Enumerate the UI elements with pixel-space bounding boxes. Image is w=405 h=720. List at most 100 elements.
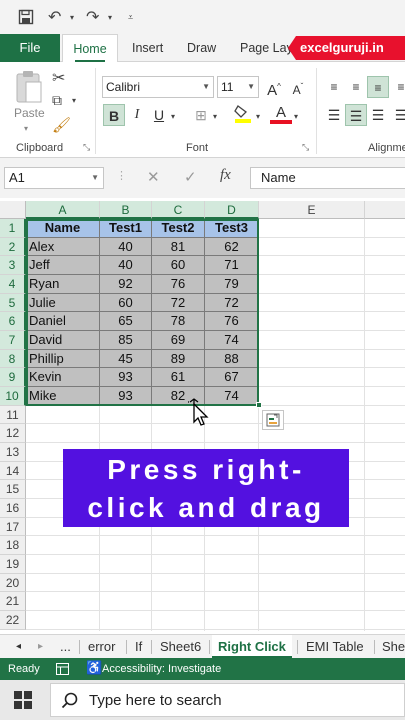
font-name-combo[interactable]: Calibri ▼ (102, 76, 214, 98)
quick-analysis-button[interactable] (262, 410, 284, 430)
undo-dropdown-icon[interactable]: ▾ (70, 13, 74, 22)
row-header-10[interactable]: 10 (0, 387, 26, 406)
sheet-tab-emi-table[interactable]: EMI Table (306, 635, 364, 659)
taskbar-search-box[interactable]: Type here to search (50, 683, 405, 717)
windows-start-icon[interactable] (14, 691, 32, 709)
table-cell[interactable]: 40 (100, 256, 152, 275)
decrease-font-icon[interactable]: Aˇ (287, 76, 309, 98)
table-cell[interactable]: Alex (26, 237, 100, 257)
row-header-16[interactable]: 16 (0, 499, 26, 518)
italic-button[interactable]: I (126, 104, 148, 126)
table-header-cell[interactable]: Test1 (100, 219, 152, 238)
table-cell[interactable]: 72 (205, 293, 259, 313)
name-box[interactable]: A1 ▼ (4, 167, 104, 189)
table-cell[interactable]: 72 (152, 293, 205, 313)
table-cell[interactable]: 88 (205, 349, 259, 369)
sheet-tab-right-click[interactable]: Right Click (212, 635, 292, 659)
more-sheets-button[interactable]: ... (60, 635, 71, 659)
save-icon[interactable] (18, 9, 34, 25)
increase-font-icon[interactable]: A^ (263, 76, 285, 99)
table-cell[interactable]: 74 (205, 387, 259, 406)
table-cell[interactable]: 60 (152, 256, 205, 275)
row-header-12[interactable]: 12 (0, 424, 26, 444)
scroll-left-icon[interactable]: ◂ (16, 635, 21, 659)
table-cell[interactable]: 40 (100, 237, 152, 257)
macro-recording-icon[interactable] (56, 663, 69, 675)
row-header-1[interactable]: 1 (0, 219, 26, 238)
paste-icon[interactable] (14, 70, 44, 104)
table-cell[interactable]: 67 (205, 368, 259, 388)
formula-input[interactable]: Name (250, 167, 405, 189)
paste-dropdown-icon[interactable]: ▾ (24, 124, 28, 133)
font-launcher-icon[interactable]: ⤡ (302, 142, 309, 153)
orientation-icon[interactable]: ≡ (390, 76, 405, 98)
column-header-d[interactable]: D (205, 201, 259, 219)
table-cell[interactable]: 69 (152, 331, 205, 350)
table-header-cell[interactable]: Name (26, 219, 100, 238)
cut-icon[interactable]: ✂ (52, 68, 65, 88)
scroll-right-icon[interactable]: ▸ (38, 635, 43, 659)
sheet-tab-more[interactable]: She (382, 635, 405, 659)
clipboard-launcher-icon[interactable]: ⤡ (83, 142, 90, 153)
row-header-8[interactable]: 8 (0, 349, 26, 369)
table-cell[interactable]: 78 (152, 312, 205, 331)
table-cell[interactable]: 60 (100, 293, 152, 313)
table-cell[interactable]: 89 (152, 349, 205, 369)
table-cell[interactable]: Kevin (26, 368, 100, 388)
row-header-4[interactable]: 4 (0, 275, 26, 294)
sheet-tab-if[interactable]: If (135, 635, 142, 659)
select-all-button[interactable] (0, 201, 26, 219)
copy-dropdown-icon[interactable]: ▾ (72, 96, 76, 105)
table-header-cell[interactable]: Test3 (205, 219, 259, 238)
table-cell[interactable]: Daniel (26, 312, 100, 331)
tab-draw[interactable]: Draw (187, 34, 216, 62)
table-cell[interactable]: 85 (100, 331, 152, 350)
fill-color-icon[interactable] (232, 102, 254, 124)
row-header-20[interactable]: 20 (0, 573, 26, 593)
table-cell[interactable]: Ryan (26, 275, 100, 294)
column-header-b[interactable]: B (100, 201, 152, 219)
row-header-22[interactable]: 22 (0, 611, 26, 630)
insert-function-icon[interactable]: fx (220, 167, 231, 184)
row-header-11[interactable]: 11 (0, 405, 26, 425)
copy-icon[interactable]: ⧉ (52, 92, 62, 109)
table-cell[interactable]: 92 (100, 275, 152, 294)
align-left-icon[interactable]: ☰ (323, 104, 345, 126)
enter-icon[interactable]: ✓ (184, 168, 197, 186)
row-header-5[interactable]: 5 (0, 293, 26, 313)
font-color-dropdown-icon[interactable]: ▾ (294, 112, 298, 121)
row-header-14[interactable]: 14 (0, 461, 26, 481)
cancel-icon[interactable]: ✕ (147, 168, 160, 186)
tab-page-layout[interactable]: Page Lay (240, 34, 293, 62)
table-cell[interactable]: 76 (152, 275, 205, 294)
indent-icon[interactable]: ☰ (390, 104, 405, 126)
accessibility-icon[interactable]: ♿ (86, 657, 102, 679)
align-middle-icon[interactable]: ≡ (345, 76, 367, 98)
column-header-a[interactable]: A (26, 201, 100, 219)
row-header-15[interactable]: 15 (0, 480, 26, 500)
table-cell[interactable]: Phillip (26, 349, 100, 369)
table-cell[interactable]: David (26, 331, 100, 350)
sheet-tab-sheet6[interactable]: Sheet6 (160, 635, 201, 659)
table-cell[interactable]: 93 (100, 368, 152, 388)
fill-handle[interactable] (256, 402, 262, 408)
borders-icon[interactable]: ⊞ (190, 104, 212, 126)
column-header-e[interactable]: E (259, 201, 365, 219)
format-painter-icon[interactable]: 🖌 (52, 116, 71, 134)
row-header-7[interactable]: 7 (0, 331, 26, 350)
table-cell[interactable]: 93 (100, 387, 152, 406)
table-cell[interactable]: Julie (26, 293, 100, 313)
row-header-9[interactable]: 9 (0, 368, 26, 388)
align-right-icon[interactable]: ☰ (367, 104, 389, 126)
row-header-2[interactable]: 2 (0, 237, 26, 257)
row-header-21[interactable]: 21 (0, 592, 26, 612)
table-cell[interactable]: 79 (205, 275, 259, 294)
worksheet[interactable]: A B C D E 1 2 3 4 5 6 7 8 9 10 11 12 13 14 15 16 17 18 19 2… (0, 198, 405, 634)
row-header-13[interactable]: 13 (0, 443, 26, 462)
bold-button[interactable]: B (103, 104, 125, 126)
underline-button[interactable]: U (148, 104, 170, 126)
customize-icon[interactable]: ⩡ (128, 12, 133, 23)
sheet-tab-error[interactable]: error (88, 635, 115, 659)
formula-bar-dots-icon[interactable]: ⋮ (116, 169, 127, 182)
fill-dropdown-icon[interactable]: ▾ (256, 112, 260, 121)
